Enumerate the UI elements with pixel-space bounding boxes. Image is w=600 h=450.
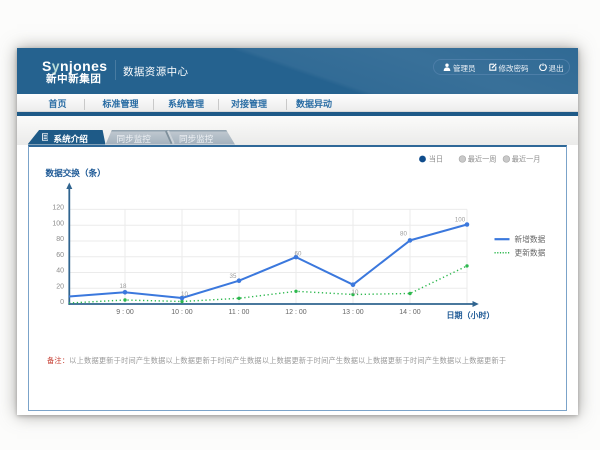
svg-text:更新数据: 更新数据 <box>515 247 546 257</box>
svg-text:100: 100 <box>455 216 466 223</box>
svg-text:10: 10 <box>181 291 188 298</box>
svg-text:9 : 00: 9 : 00 <box>116 309 134 316</box>
svg-text:60: 60 <box>56 252 64 259</box>
svg-text:数据交换（条）: 数据交换（条） <box>46 167 106 178</box>
svg-text:80: 80 <box>400 230 407 237</box>
svg-text:日期（小时）: 日期（小时） <box>447 310 495 320</box>
svg-text:10: 10 <box>352 289 359 296</box>
svg-text:12 : 00: 12 : 00 <box>285 309 307 316</box>
svg-text:11 : 00: 11 : 00 <box>229 309 250 316</box>
svg-text:35: 35 <box>230 273 237 280</box>
svg-text:100: 100 <box>52 220 64 227</box>
svg-text:10 : 00: 10 : 00 <box>171 309 193 316</box>
svg-text:最近一周: 最近一周 <box>468 155 497 164</box>
svg-text:80: 80 <box>56 236 64 243</box>
svg-text:当日: 当日 <box>429 155 443 164</box>
svg-text:18: 18 <box>120 283 127 290</box>
svg-text:60: 60 <box>295 250 302 257</box>
svg-text:新增数据: 新增数据 <box>515 234 546 244</box>
svg-text:最近一月: 最近一月 <box>512 155 541 164</box>
svg-text:20: 20 <box>56 284 64 291</box>
svg-text:40: 40 <box>56 268 64 275</box>
svg-text:120: 120 <box>52 205 64 212</box>
svg-text:13 : 00: 13 : 00 <box>342 309 364 316</box>
svg-text:0: 0 <box>60 299 64 306</box>
svg-text:14 : 00: 14 : 00 <box>399 309 421 316</box>
